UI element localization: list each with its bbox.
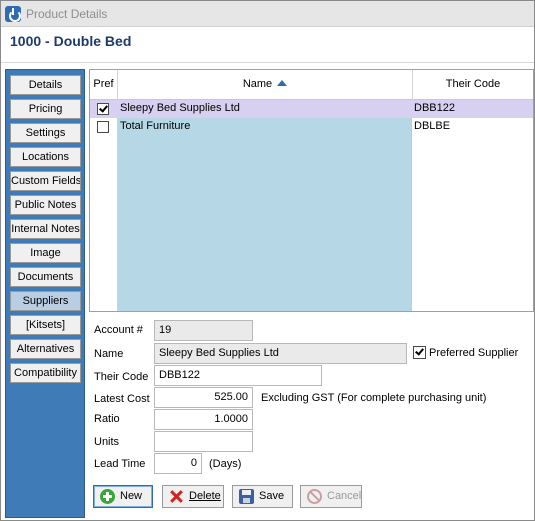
save-button[interactable]: Save bbox=[232, 485, 293, 508]
delete-button-label: Delete bbox=[189, 490, 221, 502]
lead-time-field[interactable]: 0 bbox=[154, 453, 202, 474]
latest-cost-hint: Excluding GST (For complete purchasing u… bbox=[261, 392, 487, 404]
ratio-field[interactable]: 1.0000 bbox=[154, 409, 253, 430]
row-name: Sleepy Bed Supplies Ltd bbox=[120, 102, 240, 114]
sidebar-item-kitsets[interactable]: [Kitsets] bbox=[10, 315, 81, 335]
row-code: DBLBE bbox=[414, 120, 451, 132]
column-header-code[interactable]: Their Code bbox=[413, 70, 533, 100]
ratio-label: Ratio bbox=[94, 413, 120, 425]
sort-ascending-icon bbox=[277, 80, 288, 86]
column-header-code-label: Their Code bbox=[445, 78, 501, 90]
sidebar-item-image[interactable]: Image bbox=[10, 243, 81, 263]
add-icon bbox=[100, 489, 115, 504]
suppliers-grid: Pref Name Their Code Sleepy Bed Supplies… bbox=[89, 69, 534, 312]
preferred-supplier-checkbox[interactable] bbox=[413, 346, 426, 359]
row-name: Total Furniture bbox=[120, 120, 191, 132]
check-icon bbox=[415, 346, 424, 356]
sidebar-item-pricing[interactable]: Pricing bbox=[10, 99, 81, 119]
cancel-button-label: Cancel bbox=[327, 490, 362, 502]
preferred-supplier-label: Preferred Supplier bbox=[429, 347, 519, 359]
row-code: DBB122 bbox=[414, 102, 455, 114]
column-header-pref-label: Pref bbox=[93, 78, 114, 90]
new-button-label: New bbox=[120, 490, 143, 502]
power-icon bbox=[5, 6, 21, 22]
lead-time-unit: (Days) bbox=[209, 458, 242, 470]
product-details-window: Product Details 1000 - Double Bed Detail… bbox=[0, 0, 535, 521]
sidebar-item-documents[interactable]: Documents bbox=[10, 267, 81, 287]
latest-cost-field[interactable]: 525.00 bbox=[154, 387, 253, 408]
sidebar-item-details[interactable]: Details bbox=[10, 75, 81, 95]
cancel-button: Cancel bbox=[300, 485, 362, 508]
grid-header: Pref Name Their Code bbox=[90, 70, 533, 100]
name-label: Name bbox=[94, 348, 124, 360]
sidebar-item-custom-fields[interactable]: Custom Fields bbox=[10, 171, 81, 191]
their-code-label: Their Code bbox=[94, 371, 149, 383]
units-label: Units bbox=[94, 436, 120, 448]
title-bar: Product Details bbox=[1, 1, 534, 27]
sidebar-item-compatibility[interactable]: Compatibility bbox=[10, 363, 81, 383]
pref-checkbox[interactable] bbox=[97, 103, 109, 115]
check-icon bbox=[99, 103, 108, 113]
table-row[interactable]: Sleepy Bed Supplies Ltd DBB122 bbox=[90, 100, 533, 118]
table-row[interactable]: Total Furniture DBLBE bbox=[90, 118, 533, 136]
sidebar-item-suppliers[interactable]: Suppliers bbox=[10, 291, 81, 311]
column-header-name[interactable]: Name bbox=[118, 70, 413, 100]
their-code-field[interactable]: DBB122 bbox=[154, 365, 322, 386]
sidebar-item-alternatives[interactable]: Alternatives bbox=[10, 339, 81, 359]
page-title: 1000 - Double Bed bbox=[10, 33, 132, 49]
lead-time-label: Lead Time bbox=[94, 458, 146, 470]
column-header-pref[interactable]: Pref bbox=[90, 70, 118, 100]
sidebar: Details Pricing Settings Locations Custo… bbox=[5, 69, 85, 518]
window-title: Product Details bbox=[26, 7, 108, 21]
cancel-icon bbox=[307, 489, 322, 504]
account-label: Account # bbox=[94, 324, 143, 336]
new-button[interactable]: New bbox=[93, 485, 153, 508]
sidebar-item-settings[interactable]: Settings bbox=[10, 123, 81, 143]
latest-cost-label: Latest Cost bbox=[94, 393, 150, 405]
sidebar-item-internal-notes[interactable]: Internal Notes bbox=[10, 219, 81, 239]
sidebar-item-locations[interactable]: Locations bbox=[10, 147, 81, 167]
sidebar-item-public-notes[interactable]: Public Notes bbox=[10, 195, 81, 215]
save-button-label: Save bbox=[259, 490, 285, 502]
name-field: Sleepy Bed Supplies Ltd bbox=[154, 343, 407, 364]
delete-button[interactable]: Delete bbox=[162, 485, 224, 508]
units-field[interactable] bbox=[154, 431, 253, 452]
save-icon bbox=[239, 489, 254, 504]
page-header: 1000 - Double Bed bbox=[1, 28, 534, 63]
column-header-name-label: Name bbox=[242, 78, 273, 90]
account-field: 19 bbox=[154, 320, 253, 341]
delete-icon bbox=[169, 489, 184, 504]
pref-checkbox[interactable] bbox=[97, 121, 109, 133]
